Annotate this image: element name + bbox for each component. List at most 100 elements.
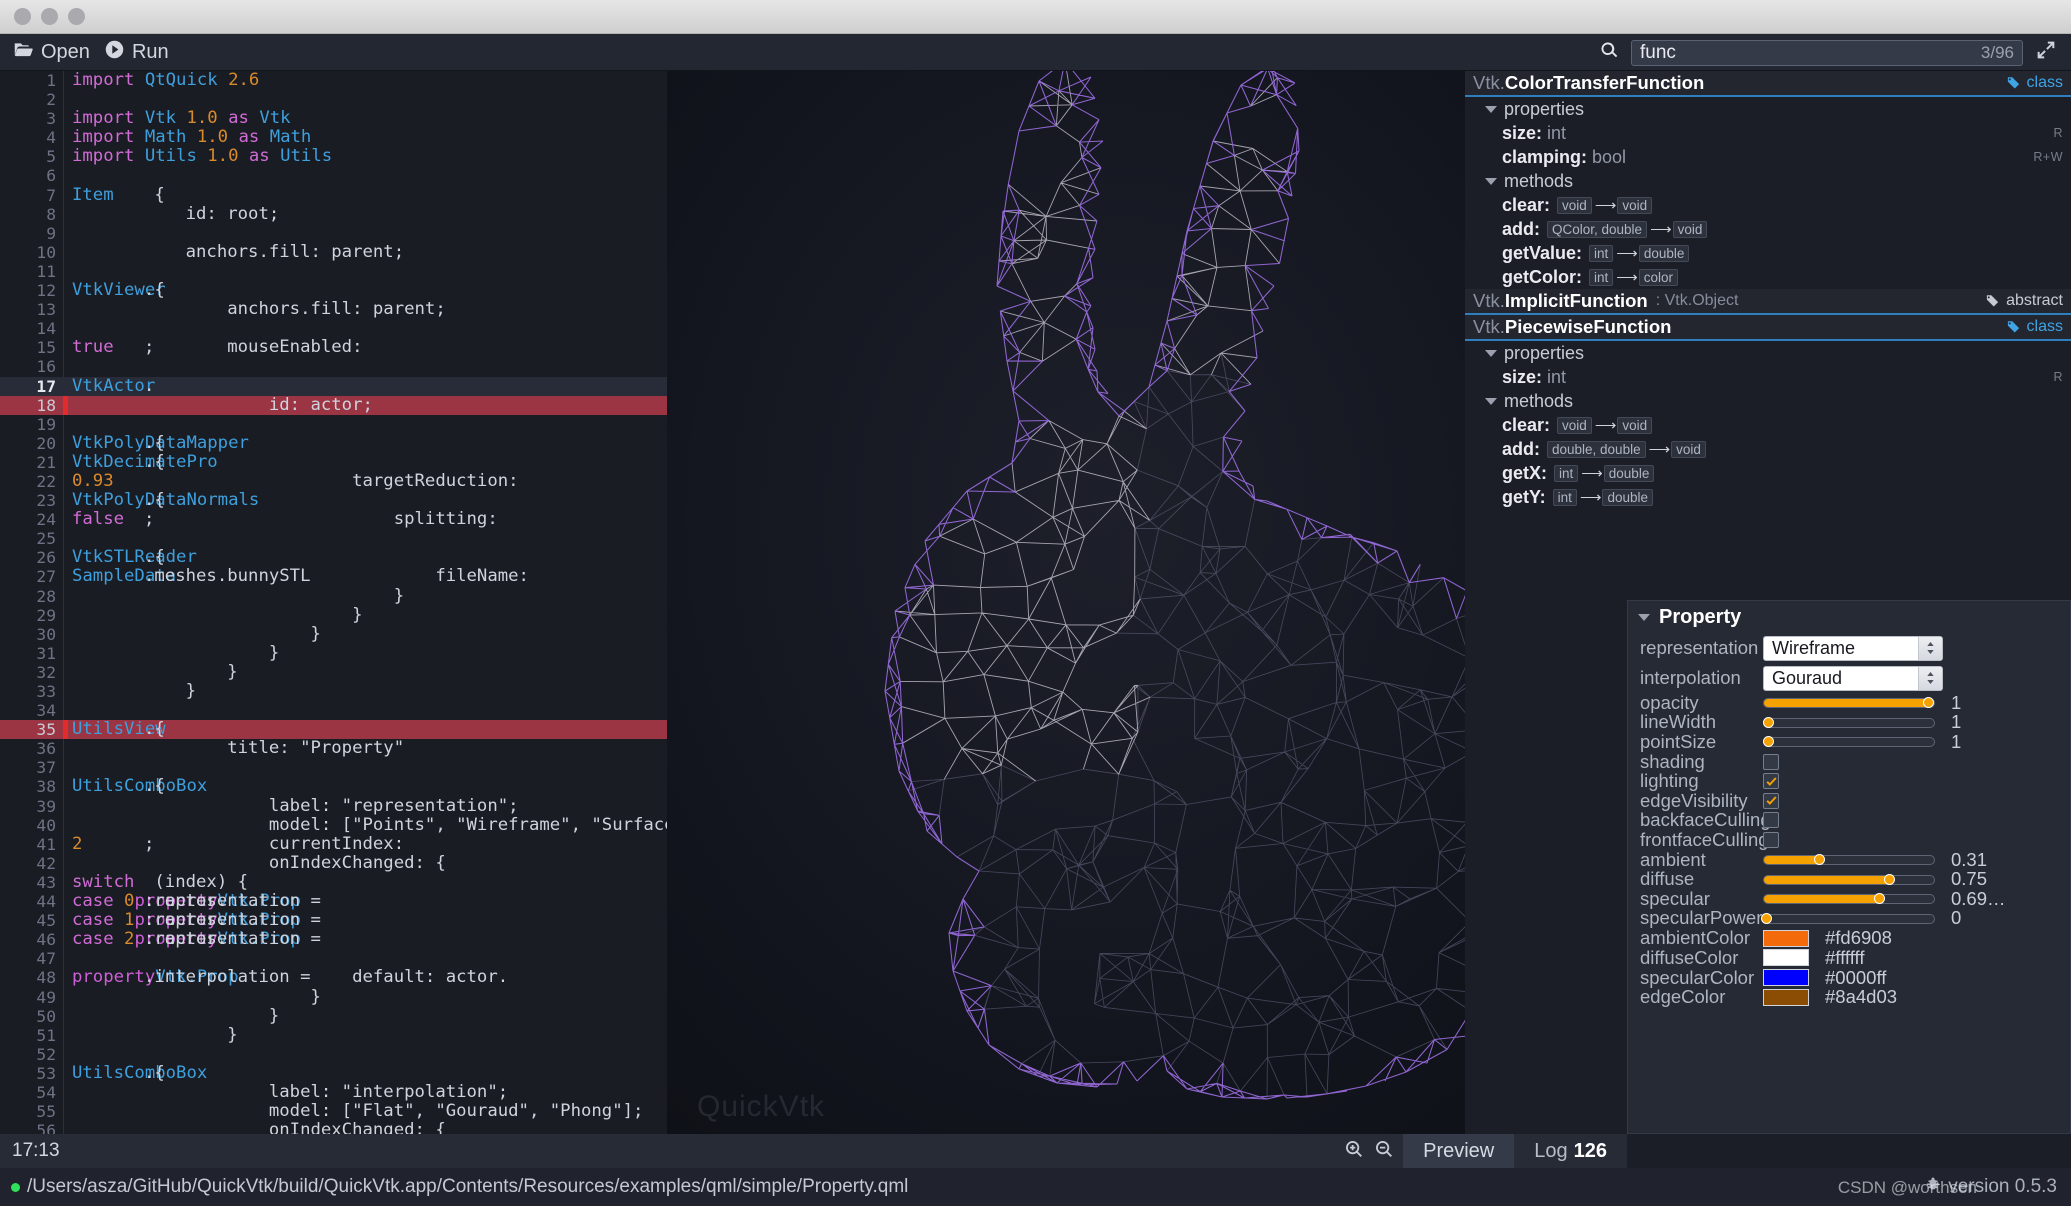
color-swatch-ambientColor[interactable]	[1763, 929, 1809, 947]
code-line[interactable]: 27 fileName: SampleData .meshes.bunnySTL	[0, 567, 667, 587]
slider-opacity[interactable]	[1763, 697, 1935, 709]
chevron-updown-icon[interactable]	[1918, 666, 1942, 690]
code-line[interactable]: 24 splitting: false;	[0, 510, 667, 530]
doc-member-row[interactable]: getY: int ⟶ double	[1465, 485, 2071, 509]
code-line[interactable]: 44 case 0: actor. property .representation…	[0, 891, 667, 911]
property-row[interactable]: lineWidth 1	[1628, 711, 2070, 732]
window-close-button[interactable]	[14, 8, 31, 25]
code-line[interactable]: 12 Vtk. Viewer {	[0, 280, 667, 300]
code-line[interactable]: 18 id: actor;	[0, 395, 667, 415]
code-line[interactable]: 15 mouseEnabled: true;	[0, 338, 667, 358]
property-row[interactable]: opacity 1	[1628, 692, 2070, 713]
property-row[interactable]: frontfaceCulling	[1628, 829, 2070, 850]
code-line[interactable]: 28 }	[0, 586, 667, 606]
code-line[interactable]: 10 anchors.fill: parent;	[0, 242, 667, 262]
slider-specular[interactable]	[1763, 893, 1935, 905]
slider-specularPower[interactable]	[1761, 912, 1935, 924]
code-line[interactable]: 34	[0, 701, 667, 720]
code-line[interactable]: 36 title: "Property"	[0, 739, 667, 759]
doc-member-row[interactable]: clear: void ⟶ void	[1465, 413, 2071, 437]
slider-knob[interactable]	[1873, 893, 1885, 905]
doc-member-row[interactable]: getColor: int ⟶ color	[1465, 265, 2071, 289]
zoom-in-icon[interactable]	[1343, 1138, 1373, 1165]
code-line[interactable]: 48 default: actor. property .interpolation…	[0, 968, 667, 988]
window-zoom-button[interactable]	[68, 8, 85, 25]
doc-member-row[interactable]: size: int R	[1465, 121, 2071, 145]
code-line[interactable]: 4 import Math 1.0 as Math	[0, 128, 667, 148]
code-line[interactable]: 8 id: root;	[0, 204, 667, 224]
property-row[interactable]: shading	[1628, 751, 2070, 772]
combo-representation[interactable]: Wireframe	[1763, 635, 1943, 661]
code-editor[interactable]: 1 import QtQuick 2.6 2 3 import Vtk 1.0 as V…	[0, 71, 667, 1134]
code-line[interactable]: 56 onIndexChanged: {	[0, 1121, 667, 1134]
slider-ambient[interactable]	[1763, 854, 1935, 866]
code-line[interactable]: 38 Utils. ComboBox {	[0, 777, 667, 797]
caret-down-icon[interactable]	[1485, 397, 1497, 405]
code-line[interactable]: 20 Vtk. PolyDataMapper {	[0, 433, 667, 453]
property-row[interactable]: edgeVisibility	[1628, 790, 2070, 811]
property-row[interactable]: backfaceCulling	[1628, 809, 2070, 830]
search-input[interactable]: func 3/96	[1631, 39, 2023, 66]
caret-down-icon[interactable]	[1638, 613, 1650, 621]
code-line[interactable]: 41 currentIndex: 2;	[0, 834, 667, 854]
doc-class-header[interactable]: Vtk. ColorTransferFunction class	[1465, 71, 2071, 97]
property-panel[interactable]: Property representation Wireframe interpol…	[1627, 600, 2071, 1134]
code-line[interactable]: 50 }	[0, 1006, 667, 1026]
code-line[interactable]: 47	[0, 949, 667, 968]
code-line[interactable]: 2	[0, 90, 667, 109]
code-line[interactable]: 43 switch (index) {	[0, 872, 667, 892]
checkbox-frontfaceCulling[interactable]	[1763, 831, 1779, 848]
code-line[interactable]: 55 model: ["Flat", "Gouraud", "Phong"];	[0, 1101, 667, 1121]
checkbox-shading[interactable]	[1763, 753, 1779, 770]
code-line[interactable]: 5 import Utils 1.0 as Utils	[0, 147, 667, 167]
code-line[interactable]: 30 }	[0, 624, 667, 644]
property-row[interactable]: ambientColor #fd6908	[1628, 927, 2070, 948]
property-row[interactable]: diffuse 0.75	[1628, 868, 2070, 889]
code-line[interactable]: 7 Item {	[0, 185, 667, 205]
caret-down-icon[interactable]	[1485, 105, 1497, 113]
code-line[interactable]: 14	[0, 319, 667, 338]
code-line[interactable]: 22 targetReduction: 0.93	[0, 471, 667, 491]
combo-interpolation[interactable]: Gouraud	[1763, 665, 1943, 691]
property-row[interactable]: specularPower 0	[1628, 907, 2070, 928]
code-line[interactable]: 32 }	[0, 662, 667, 682]
code-line[interactable]: 9	[0, 224, 667, 243]
property-row[interactable]: interpolation Gouraud	[1628, 663, 2070, 693]
caret-down-icon[interactable]	[1485, 349, 1497, 357]
code-line[interactable]: 17 Vtk. Actor	[0, 376, 667, 396]
code-line[interactable]: 19	[0, 415, 667, 434]
property-row[interactable]: specular 0.69…	[1628, 888, 2070, 909]
run-button[interactable]: Run	[104, 39, 169, 66]
slider-lineWidth[interactable]	[1763, 716, 1935, 728]
tab-log[interactable]: Log 126	[1514, 1134, 1627, 1168]
property-row[interactable]: lighting	[1628, 770, 2070, 791]
tab-preview[interactable]: Preview	[1403, 1134, 1515, 1168]
code-line[interactable]: 3 import Vtk 1.0 as Vtk	[0, 109, 667, 129]
code-line[interactable]: 1 import QtQuick 2.6	[0, 71, 667, 90]
code-line[interactable]: 33 }	[0, 681, 667, 701]
window-minimize-button[interactable]	[41, 8, 58, 25]
code-line[interactable]: 52	[0, 1045, 667, 1064]
property-panel-header[interactable]: Property	[1628, 601, 2070, 633]
code-line[interactable]: 21 Vtk. DecimatePro {	[0, 452, 667, 472]
doc-member-row[interactable]: clamping: bool R+W	[1465, 145, 2071, 169]
code-line[interactable]: 53 Utils. ComboBox {	[0, 1063, 667, 1083]
checkbox-backfaceCulling[interactable]	[1763, 812, 1779, 829]
doc-member-row[interactable]: add: double, double ⟶ void	[1465, 437, 2071, 461]
property-row[interactable]: diffuseColor #ffffff	[1628, 947, 2070, 968]
doc-section-header[interactable]: methods	[1465, 169, 2071, 193]
doc-class-header[interactable]: Vtk. ImplicitFunction: Vtk.Object abstract	[1465, 289, 2071, 315]
property-row[interactable]: pointSize 1	[1628, 731, 2070, 752]
color-swatch-diffuseColor[interactable]	[1763, 949, 1809, 967]
slider-knob[interactable]	[1763, 716, 1775, 728]
chevron-updown-icon[interactable]	[1918, 636, 1942, 660]
code-line[interactable]: 39 label: "representation";	[0, 796, 667, 816]
doc-member-row[interactable]: clear: void ⟶ void	[1465, 193, 2071, 217]
expand-diagonal-icon[interactable]	[2035, 39, 2057, 66]
doc-class-header[interactable]: Vtk. PiecewiseFunction class	[1465, 315, 2071, 341]
code-line[interactable]: 26 Vtk. STLReader {	[0, 548, 667, 568]
slider-pointSize[interactable]	[1763, 736, 1935, 748]
doc-section-header[interactable]: properties	[1465, 97, 2071, 121]
code-line[interactable]: 16	[0, 357, 667, 376]
doc-section-header[interactable]: methods	[1465, 389, 2071, 413]
